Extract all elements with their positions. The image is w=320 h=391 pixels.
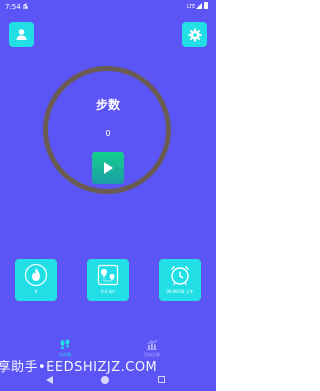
calories-card: 0: [15, 259, 57, 301]
bar-chart-icon: [147, 339, 158, 350]
status-network-label: LTE: [187, 4, 196, 10]
system-navigation-bar: [0, 372, 216, 391]
status-time: 7:54: [5, 3, 21, 11]
flame-icon: [24, 263, 48, 287]
start-button[interactable]: [92, 152, 124, 184]
signal-icon: [196, 3, 202, 9]
gear-icon: [188, 28, 201, 41]
recents-icon[interactable]: [158, 376, 165, 383]
person-icon: [16, 29, 27, 40]
app-screen: 7:54 LTE 步数 0 0 0.0 km 00:00:00 上午 计步器 活…: [0, 0, 216, 391]
footprints-icon: [60, 339, 70, 350]
time-value: 00:00:00 上午: [166, 289, 194, 294]
play-icon: [104, 162, 113, 174]
settings-button[interactable]: [182, 22, 207, 47]
back-icon[interactable]: [45, 375, 54, 385]
step-count: 0: [105, 129, 111, 138]
status-bar: 7:54 LTE: [0, 0, 216, 14]
map-pin-icon: [97, 264, 119, 286]
time-card: 00:00:00 上午: [159, 259, 201, 301]
battery-icon: [204, 2, 208, 9]
home-icon[interactable]: [101, 376, 109, 384]
distance-value: 0.0 km: [101, 289, 115, 294]
distance-card: 0.0 km: [87, 259, 129, 301]
step-title: 步数: [95, 98, 120, 112]
calories-value: 0: [34, 289, 38, 294]
profile-button[interactable]: [9, 22, 34, 47]
status-notification-icon: [23, 3, 29, 12]
alarm-clock-icon: [171, 266, 189, 286]
